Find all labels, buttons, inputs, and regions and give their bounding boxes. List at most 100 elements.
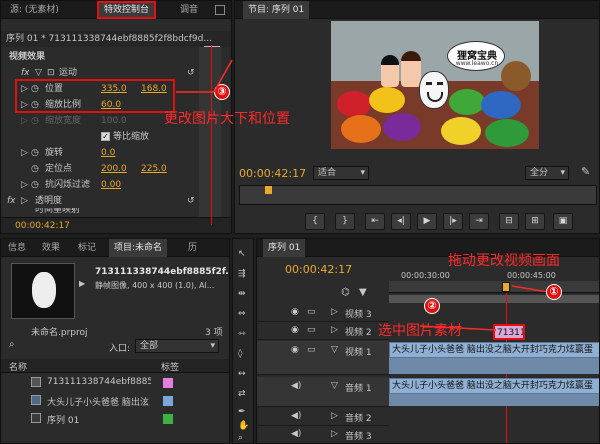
lift-button[interactable]: ⊟: [499, 213, 519, 230]
tab-markers[interactable]: 标记: [73, 239, 101, 257]
slip-tool-icon[interactable]: ↔: [238, 369, 246, 379]
speaker-icon[interactable]: ◀): [291, 381, 301, 391]
speaker-icon[interactable]: ◀): [291, 429, 301, 439]
tab-program[interactable]: 节目: 序列 01: [243, 1, 310, 19]
program-playhead-marker[interactable]: [265, 186, 272, 194]
slide-tool-icon[interactable]: ⇄: [238, 389, 246, 399]
anchor-y-value[interactable]: 225.0: [141, 161, 167, 177]
fit-select[interactable]: 适合 ▾: [313, 166, 369, 180]
rotation-value[interactable]: 0.0: [101, 145, 115, 161]
uniform-scale-checkbox[interactable]: ✓: [101, 132, 110, 141]
anchor-row: ◷ 定位点 200.0 225.0: [1, 161, 231, 177]
pen-tool-icon[interactable]: ✒: [238, 407, 246, 417]
expand-icon[interactable]: ▷: [21, 177, 28, 193]
wrench-icon[interactable]: ✎: [581, 165, 590, 178]
zoom-tool-icon[interactable]: ⌕: [238, 433, 243, 443]
anchor-x-value[interactable]: 200.0: [101, 161, 127, 177]
expand-icon[interactable]: ▷: [331, 429, 338, 439]
list-item[interactable]: 大头儿子小头爸爸 脑出泫: [1, 393, 229, 409]
go-out-button[interactable]: ⇥: [469, 213, 489, 230]
step-forward-button[interactable]: |▸: [443, 213, 463, 230]
tab-audio-mixer[interactable]: 调音: [175, 1, 203, 19]
mark-out-button[interactable]: }: [335, 213, 355, 230]
track-name: 视频 2: [345, 328, 372, 338]
search-icon[interactable]: ⌕: [9, 339, 15, 350]
label-swatch: [163, 414, 173, 424]
play-preview-icon[interactable]: ▶: [79, 279, 85, 288]
reset-icon[interactable]: ↺: [187, 65, 195, 81]
expand-icon[interactable]: ▽: [331, 345, 338, 355]
lock-icon[interactable]: ▭: [307, 345, 316, 355]
speaker-icon[interactable]: ◀): [291, 411, 301, 421]
effect-tabbar: 源: (无素材) 特效控制台 调音: [1, 1, 231, 19]
stopwatch-icon[interactable]: ◷: [31, 145, 39, 161]
program-ruler[interactable]: [239, 185, 597, 205]
track-name: 视频 1: [345, 348, 372, 358]
timeline-clip-audio[interactable]: 大头儿子小头爸爸 脑出没之脑大开封巧克力炫赢蛋: [389, 378, 599, 394]
tab-project[interactable]: 项目:未命名: [109, 239, 168, 257]
track-select-tool-icon[interactable]: ⇶: [238, 269, 246, 279]
step-back-button[interactable]: ◂|: [391, 213, 411, 230]
reset-icon[interactable]: ↺: [187, 193, 195, 209]
extract-button[interactable]: ⊞: [525, 213, 545, 230]
project-list-header: 名称 标签: [1, 359, 229, 373]
eye-icon[interactable]: ◉: [291, 345, 299, 355]
col-name[interactable]: 名称: [9, 360, 27, 373]
expand-icon[interactable]: ▷: [331, 325, 338, 335]
video-file-icon: [31, 395, 41, 405]
tab-info[interactable]: 信息: [3, 239, 31, 257]
ripple-edit-tool-icon[interactable]: ⇹: [238, 289, 246, 299]
timeline-timecode[interactable]: 00:00:42:17: [285, 263, 352, 276]
quality-select[interactable]: 全分 ▾: [525, 166, 569, 180]
track-name: 视频 3: [345, 310, 372, 320]
expand-icon[interactable]: ▷: [21, 145, 28, 161]
tab-effect-controls[interactable]: 特效控制台: [97, 1, 157, 19]
mark-in-button[interactable]: {: [305, 213, 325, 230]
razor-tool-icon[interactable]: ◊: [238, 349, 242, 359]
expand-icon[interactable]: ▷: [331, 307, 338, 317]
snap-icon[interactable]: ⌬: [341, 287, 350, 298]
eye-icon[interactable]: ◉: [291, 325, 299, 335]
selection-tool-icon[interactable]: ↖: [238, 249, 246, 259]
label-swatch: [163, 378, 173, 388]
in-select[interactable]: 全部 ▾: [135, 339, 219, 353]
rate-stretch-tool-icon[interactable]: ⇿: [238, 329, 246, 339]
play-button[interactable]: ▶: [417, 213, 437, 230]
list-item[interactable]: 序列 01: [1, 411, 229, 427]
col-label[interactable]: 标签: [161, 360, 179, 373]
tab-source[interactable]: 源: (无素材): [5, 1, 64, 19]
tab-sequence[interactable]: 序列 01: [263, 239, 306, 257]
marker-icon[interactable]: ▼: [359, 287, 367, 298]
track-name: 音频 3: [345, 432, 372, 442]
tab-history[interactable]: 历: [183, 239, 202, 257]
time-remap-row[interactable]: 时间重映射: [1, 208, 231, 216]
opacity-row[interactable]: fx ▷ 透明度 ↺: [1, 193, 231, 209]
figure-doll-2: [401, 51, 421, 87]
timeline-clip-image[interactable]: 713111: [493, 324, 525, 340]
export-frame-button[interactable]: ▣: [553, 213, 573, 230]
timeline-ruler[interactable]: [389, 281, 599, 293]
tab-effects[interactable]: 效果: [37, 239, 65, 257]
hand-tool-icon[interactable]: ✋: [238, 421, 249, 431]
rolling-edit-tool-icon[interactable]: ⇔: [238, 309, 246, 319]
panel-menu-icon[interactable]: [215, 5, 225, 15]
chevron-down-icon: ▾: [360, 168, 365, 178]
eye-icon[interactable]: ◉: [291, 307, 299, 317]
time-remap-label: 时间重映射: [35, 208, 81, 215]
egg-yellow: [369, 87, 405, 113]
flicker-value[interactable]: 0.00: [101, 177, 121, 193]
go-in-button[interactable]: ⇤: [365, 213, 385, 230]
timeline-playhead-marker[interactable]: [502, 282, 510, 292]
expand-icon[interactable]: ▷: [21, 193, 28, 209]
work-area-bar[interactable]: [389, 295, 599, 303]
expand-icon[interactable]: ▷: [331, 411, 338, 421]
stopwatch-icon[interactable]: ◷: [31, 161, 39, 177]
effect-playhead[interactable]: [211, 45, 212, 225]
stopwatch-icon[interactable]: ◷: [31, 177, 39, 193]
meme-eye-left: [426, 82, 432, 85]
timeline-clip-video[interactable]: 大头儿子小头爸爸 脑出没之脑大开封巧克力炫赢蛋: [389, 342, 599, 358]
lock-icon[interactable]: ▭: [307, 325, 316, 335]
list-item[interactable]: 713111338744ebf8885f2f8t: [1, 375, 229, 391]
expand-icon[interactable]: ▽: [331, 381, 338, 391]
lock-icon[interactable]: ▭: [307, 307, 316, 317]
